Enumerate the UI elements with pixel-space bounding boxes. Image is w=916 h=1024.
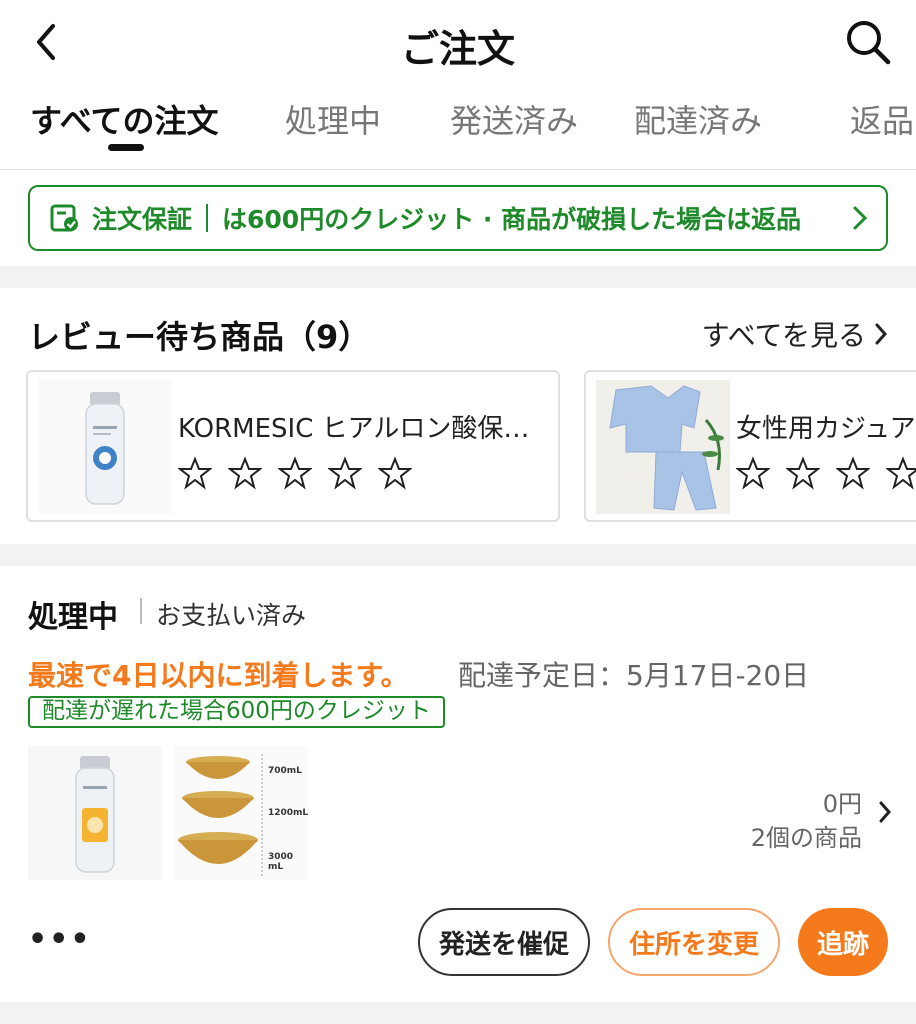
tab-delivered[interactable]: 配達済み bbox=[634, 96, 762, 142]
star-icon[interactable] bbox=[378, 456, 412, 490]
star-icon[interactable] bbox=[786, 456, 820, 490]
tab-returns[interactable]: 返品 bbox=[850, 96, 914, 142]
star-icon[interactable] bbox=[836, 456, 870, 490]
star-icon[interactable] bbox=[178, 456, 212, 490]
star-rating[interactable] bbox=[736, 456, 916, 490]
review-card[interactable]: 女性用カジュア bbox=[584, 370, 916, 522]
item-count: 2個の商品 bbox=[750, 824, 862, 852]
page-title: ご注文 bbox=[400, 27, 515, 71]
fastest-arrival: 最速で4日以内に到着します。 bbox=[28, 659, 409, 692]
active-tab-indicator bbox=[108, 144, 144, 151]
late-credit-badge: 配達が遅れた場合600円のクレジット bbox=[28, 696, 445, 728]
guarantee-text: は600円のクレジット · 商品が破損した場合は返品 bbox=[222, 205, 802, 234]
see-all-link[interactable]: すべてを見る bbox=[702, 314, 888, 354]
chevron-right-icon bbox=[875, 323, 888, 345]
star-icon[interactable] bbox=[328, 456, 362, 490]
remind-shipping-button[interactable]: 発送を催促 bbox=[418, 908, 590, 976]
tab-all[interactable]: すべての注文 bbox=[30, 96, 218, 142]
star-icon[interactable] bbox=[886, 456, 916, 490]
top-bar: ご注文 すべての注文 処理中 発送済み 配達済み 返品 bbox=[0, 0, 916, 170]
bowl-size-label: 1200mL bbox=[268, 808, 309, 818]
see-all-label: すべてを見る bbox=[701, 319, 866, 352]
review-section-title: レビュー待ち商品（9） bbox=[28, 318, 371, 356]
star-icon[interactable] bbox=[228, 456, 262, 490]
star-icon[interactable] bbox=[278, 456, 312, 490]
order-card: 処理中 お支払い済み 最速で4日以内に到着します。 配達予定日：5月17日-20… bbox=[0, 566, 916, 1002]
payment-status: お支払い済み bbox=[156, 601, 307, 630]
product-image-spray bbox=[38, 380, 172, 514]
review-card[interactable]: KORMESIC ヒアルロン酸保… bbox=[26, 370, 560, 522]
star-rating[interactable] bbox=[178, 456, 412, 490]
search-icon bbox=[847, 21, 891, 65]
bowl-size-label: 700mL bbox=[268, 766, 302, 776]
review-pending-section: レビュー待ち商品（9） すべてを見る KORMESIC ヒアルロン酸保… 女性用… bbox=[0, 288, 916, 544]
order-guarantee-banner[interactable]: 注文保証 は600円のクレジット · 商品が破損した場合は返品 bbox=[28, 185, 888, 251]
product-image-spray[interactable] bbox=[28, 746, 162, 880]
delivery-date: 配達予定日：5月17日-20日 bbox=[458, 659, 810, 692]
guarantee-title: 注文保証 bbox=[92, 205, 193, 234]
shield-check-icon bbox=[50, 204, 78, 232]
product-name: 女性用カジュア bbox=[736, 414, 916, 444]
track-button[interactable]: 追跡 bbox=[798, 908, 888, 976]
tab-shipped[interactable]: 発送済み bbox=[450, 96, 578, 142]
divider bbox=[140, 598, 142, 624]
change-address-button[interactable]: 住所を変更 bbox=[608, 908, 780, 976]
divider bbox=[206, 204, 209, 232]
chevron-right-icon[interactable] bbox=[878, 800, 892, 824]
order-status: 処理中 bbox=[28, 600, 118, 635]
product-name: KORMESIC ヒアルロン酸保… bbox=[178, 414, 530, 444]
tab-processing[interactable]: 処理中 bbox=[285, 96, 381, 142]
bowl-size-label: 3000 mL bbox=[268, 852, 294, 872]
product-image-pajamas bbox=[596, 380, 730, 514]
guarantee-section: 注文保証 は600円のクレジット · 商品が破損した場合は返品 bbox=[0, 170, 916, 266]
star-icon[interactable] bbox=[736, 456, 770, 490]
chevron-right-icon bbox=[853, 206, 868, 230]
order-price: 0円 bbox=[822, 790, 862, 818]
product-image-bowls[interactable]: 700mL 1200mL 3000 mL bbox=[174, 746, 308, 880]
more-options-icon[interactable]: ••• bbox=[28, 922, 92, 957]
search-button[interactable] bbox=[842, 16, 894, 68]
